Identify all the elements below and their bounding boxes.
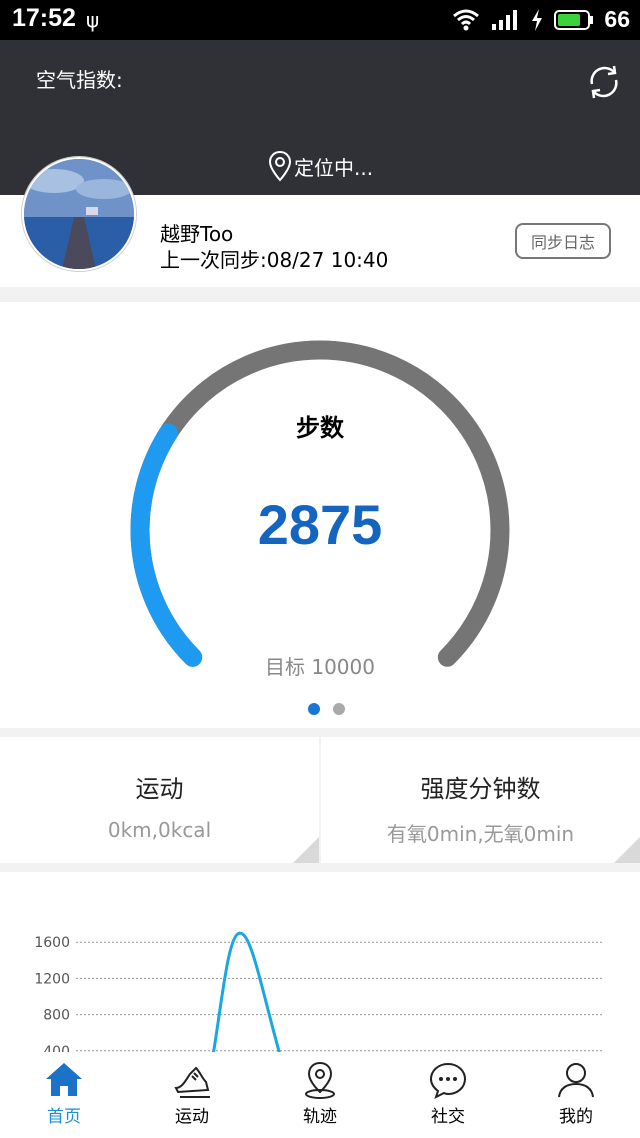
status-time: 17:52 (12, 4, 76, 32)
nav-home-label: 首页 (47, 1107, 81, 1127)
battery-level: 66 (604, 6, 630, 32)
nav-mine-label: 我的 (559, 1107, 593, 1127)
nav-sport[interactable]: 运动 (128, 1052, 256, 1138)
location-status[interactable]: 定位中... (268, 150, 373, 182)
nav-sport-label: 运动 (175, 1107, 209, 1127)
steps-goal: 目标 10000 (265, 655, 375, 679)
steps-chart-card[interactable]: 1600 1200 800 400 (0, 872, 640, 1052)
avatar[interactable] (22, 157, 136, 271)
chat-bubble-icon (429, 1062, 467, 1099)
corner-indicator (614, 837, 640, 863)
steps-value: 2875 (257, 493, 383, 556)
running-shoe-icon (174, 1066, 210, 1098)
last-sync: 上一次同步:08/27 10:40 (160, 248, 389, 272)
map-pin-icon (305, 1061, 335, 1099)
charging-bolt-icon (532, 8, 543, 31)
chart-y-tick-label: 1200 (34, 971, 70, 987)
stats-row: 运动 0km,0kcal 强度分钟数 有氧0min,无氧0min (0, 737, 640, 863)
wifi-icon (453, 9, 480, 30)
location-text: 定位中... (294, 155, 374, 180)
bottom-nav: 首页 运动 轨迹 社交 我的 (0, 1052, 640, 1138)
nav-social[interactable]: 社交 (384, 1052, 512, 1138)
nav-mine[interactable]: 我的 (512, 1052, 640, 1138)
nav-track-label: 轨迹 (303, 1107, 337, 1127)
nav-home[interactable]: 首页 (0, 1052, 128, 1138)
signal-icon (492, 9, 518, 30)
battery-icon (554, 9, 594, 30)
air-index-label: 空气指数: (36, 68, 123, 92)
page-indicator-active (308, 703, 320, 715)
avatar-image (24, 159, 134, 269)
status-bar: 17:52 ψ 66 (0, 0, 640, 40)
exercise-subtitle: 0km,0kcal (107, 818, 212, 842)
chart-y-tick-label: 800 (43, 1008, 70, 1024)
usb-icon: ψ (86, 8, 100, 32)
nav-social-label: 社交 (431, 1107, 465, 1127)
refresh-icon[interactable] (584, 62, 624, 102)
chart-y-tick-label: 400 (43, 1044, 70, 1052)
page-indicator (333, 703, 345, 715)
intensity-subtitle: 有氧0min,无氧0min (386, 822, 575, 846)
intensity-title: 强度分钟数 (420, 775, 541, 803)
sync-log-button[interactable]: 同步日志 (515, 223, 611, 259)
gauge-title: 步数 (296, 414, 344, 442)
chart-series-line (212, 931, 281, 1052)
exercise-title: 运动 (135, 775, 184, 803)
corner-indicator (293, 837, 319, 863)
user-icon (558, 1063, 594, 1098)
chart-y-tick-label: 1600 (34, 935, 70, 951)
steps-chart: 1600 1200 800 400 (34, 931, 604, 1052)
location-pin-icon (268, 150, 292, 182)
home-icon (46, 1063, 82, 1096)
nav-track[interactable]: 轨迹 (256, 1052, 384, 1138)
intensity-stat[interactable]: 强度分钟数 有氧0min,无氧0min (321, 737, 640, 863)
exercise-stat[interactable]: 运动 0km,0kcal (0, 737, 319, 863)
status-icons: 66 (452, 6, 630, 33)
user-name: 越野Too (160, 222, 234, 246)
